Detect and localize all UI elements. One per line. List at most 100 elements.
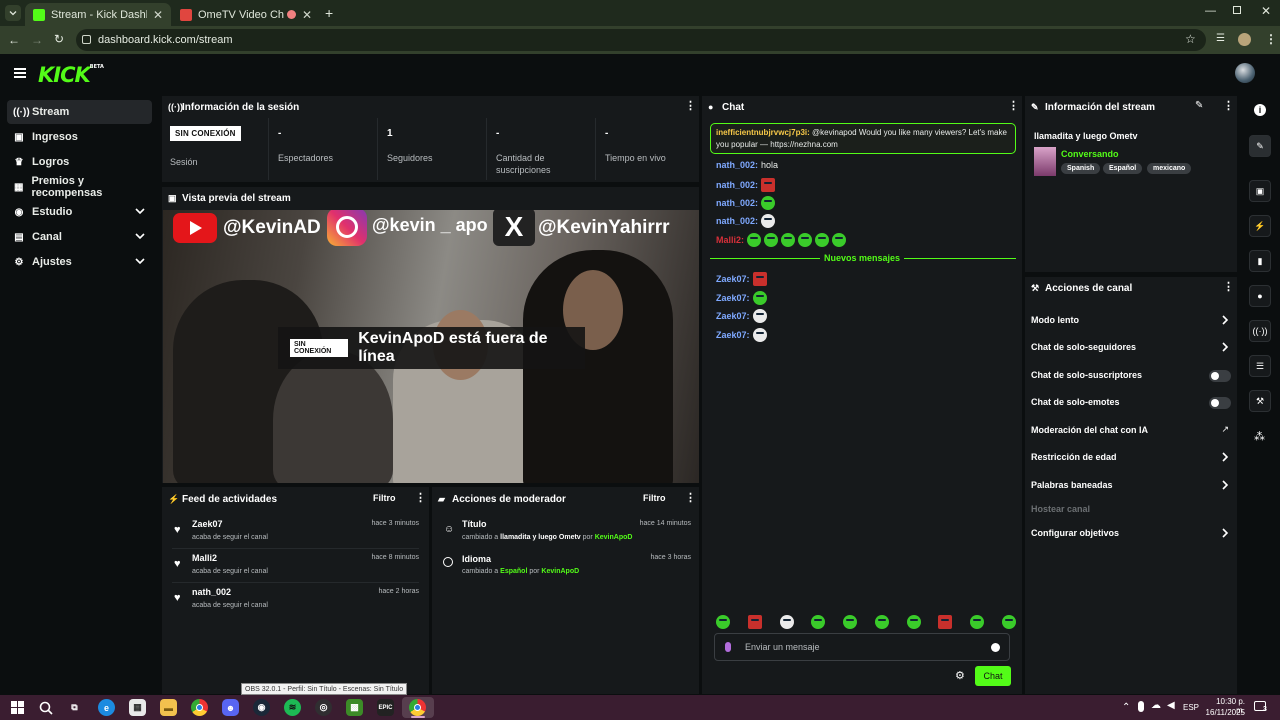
- chat-input[interactable]: Enviar un mensaje: [714, 633, 1010, 661]
- subscribers-only-toggle[interactable]: [1209, 370, 1231, 382]
- more-options-icon[interactable]: ⋮: [1223, 101, 1234, 112]
- list-item[interactable]: ☺ Título hace 14 minutos cambiado a llam…: [442, 517, 691, 547]
- chat-username[interactable]: nath_002:: [716, 180, 758, 190]
- user-avatar[interactable]: [1235, 63, 1255, 83]
- emote-icon[interactable]: [874, 615, 889, 629]
- tools-rail-button[interactable]: ⚒: [1249, 390, 1271, 412]
- chat-rail-button[interactable]: ●: [1249, 285, 1271, 307]
- minimize-button[interactable]: —: [1205, 5, 1216, 17]
- notes-rail-button[interactable]: ▮: [1249, 250, 1271, 272]
- apps-icon[interactable]: ⁂: [1254, 430, 1265, 443]
- bookmark-star-icon[interactable]: ☆: [1185, 32, 1196, 46]
- list-item[interactable]: ♥ nath_002 acaba de seguir el canal hace 2 …: [172, 585, 419, 617]
- sidebar-item-estudio[interactable]: ◉ Estudio: [7, 200, 152, 224]
- chrome-icon[interactable]: [409, 699, 426, 716]
- action-emotes-only[interactable]: Chat de solo-emotes: [1031, 397, 1231, 407]
- list-item[interactable]: ♥ Zaek07 acaba de seguir el canal hace 3 mi…: [172, 517, 419, 549]
- action-ai-moderation[interactable]: Moderación del chat con IA: [1031, 425, 1231, 435]
- chat-username[interactable]: Malli2:: [716, 235, 744, 245]
- action-age-restriction[interactable]: Restricción de edad: [1031, 452, 1231, 462]
- browser-tab-ometv[interactable]: OmeTV Video Chat — Ome ✕: [172, 3, 320, 26]
- spotify-icon[interactable]: ≋: [284, 699, 301, 716]
- chat-settings-icon[interactable]: ⚙: [955, 669, 965, 682]
- discord-icon[interactable]: ☻: [222, 699, 239, 716]
- category-link[interactable]: Conversando: [1061, 149, 1119, 159]
- task-view-icon[interactable]: ⧉: [66, 699, 83, 716]
- preview-rail-button[interactable]: ▣: [1249, 180, 1271, 202]
- emote-icon[interactable]: [779, 615, 794, 629]
- extensions-icon[interactable]: ☰: [1216, 33, 1225, 44]
- microphone-icon[interactable]: [1138, 701, 1144, 712]
- language-indicator[interactable]: ESP: [1183, 703, 1199, 712]
- chat-username[interactable]: Zaek07:: [716, 330, 750, 340]
- epic-games-icon[interactable]: EPIC: [377, 699, 394, 716]
- chevron-right-icon[interactable]: [1221, 452, 1229, 462]
- tag[interactable]: mexicano: [1147, 163, 1192, 174]
- action-subscribers-only[interactable]: Chat de solo-suscriptores: [1031, 370, 1231, 380]
- more-options-icon[interactable]: ⋮: [415, 493, 426, 504]
- sidebar-item-canal[interactable]: ▤ Canal: [7, 225, 152, 249]
- chat-username[interactable]: nath_002:: [716, 198, 758, 208]
- profile-avatar[interactable]: [1238, 33, 1251, 46]
- sidebar-item-premios[interactable]: ▦ Premios y recompensas: [7, 175, 152, 199]
- info-icon[interactable]: i: [1254, 104, 1266, 116]
- emote-icon[interactable]: [938, 615, 953, 629]
- site-info-icon[interactable]: [82, 35, 91, 44]
- more-options-icon[interactable]: ⋮: [685, 493, 696, 504]
- broadcast-rail-button[interactable]: ((·)): [1249, 320, 1271, 342]
- chat-username[interactable]: Zaek07:: [716, 293, 750, 303]
- close-icon[interactable]: ✕: [302, 8, 312, 22]
- sidebar-item-ingresos[interactable]: ▣ Ingresos: [7, 125, 152, 149]
- minecraft-icon[interactable]: ▩: [346, 699, 363, 716]
- chevron-right-icon[interactable]: [1221, 342, 1229, 352]
- chrome-icon[interactable]: [191, 699, 208, 716]
- tag[interactable]: Español: [1103, 163, 1143, 174]
- forward-button[interactable]: →: [31, 33, 43, 47]
- action-configure-goals[interactable]: Configurar objetivos: [1031, 528, 1231, 538]
- action-followers-only[interactable]: Chat de solo-seguidores: [1031, 342, 1231, 352]
- edge-icon[interactable]: e: [98, 699, 115, 716]
- obs-icon[interactable]: ◎: [315, 699, 332, 716]
- steam-icon[interactable]: ◉: [253, 699, 270, 716]
- volume-icon[interactable]: ◀: [1167, 700, 1175, 711]
- chat-username[interactable]: nath_002:: [716, 160, 758, 170]
- file-explorer-icon[interactable]: ▬: [160, 699, 177, 716]
- emoji-icon[interactable]: [991, 643, 1000, 652]
- address-bar[interactable]: dashboard.kick.com/stream: [76, 29, 1206, 51]
- kick-logo[interactable]: KICKBETA: [38, 63, 104, 87]
- sidebar-item-stream[interactable]: ((·)) Stream: [7, 100, 152, 124]
- edit-rail-button[interactable]: ✎: [1249, 135, 1271, 157]
- new-tab-button[interactable]: +: [325, 5, 333, 21]
- search-icon[interactable]: [37, 699, 54, 716]
- close-icon[interactable]: ✕: [153, 8, 163, 22]
- network-icon[interactable]: ☁: [1151, 700, 1161, 711]
- list-item[interactable]: ♥ Malli2 acaba de seguir el canal hace 8 mi…: [172, 551, 419, 583]
- emotes-only-toggle[interactable]: [1209, 397, 1231, 409]
- tab-search-button[interactable]: [5, 5, 21, 21]
- clock-date[interactable]: 16/11/2025: [1200, 708, 1245, 717]
- external-link-icon[interactable]: ↗: [1221, 424, 1229, 435]
- emote-icon[interactable]: [811, 615, 826, 629]
- close-window-button[interactable]: ✕: [1261, 4, 1271, 18]
- browser-tab-kick[interactable]: Stream - Kick Dashboard ✕: [25, 3, 171, 26]
- windows-start-icon[interactable]: [9, 699, 26, 716]
- emote-icon[interactable]: [716, 615, 730, 629]
- browser-menu-icon[interactable]: ⋮: [1265, 32, 1277, 46]
- sidebar-item-ajustes[interactable]: ⚙ Ajustes: [7, 250, 152, 274]
- tag[interactable]: Spanish: [1061, 163, 1101, 174]
- action-slow-mode[interactable]: Modo lento: [1031, 315, 1231, 325]
- send-chat-button[interactable]: Chat: [975, 666, 1011, 686]
- chevron-right-icon[interactable]: [1221, 528, 1229, 538]
- activity-rail-button[interactable]: ⚡: [1249, 215, 1271, 237]
- chevron-right-icon[interactable]: [1221, 315, 1229, 325]
- more-options-icon[interactable]: ⋮: [1008, 101, 1019, 112]
- tray-chevron-icon[interactable]: ⌃: [1122, 702, 1130, 713]
- list-item[interactable]: Idioma hace 3 horas cambiado a Español p…: [442, 551, 691, 581]
- emote-icon[interactable]: [747, 615, 762, 629]
- emote-icon[interactable]: [970, 615, 985, 629]
- chevron-right-icon[interactable]: [1221, 480, 1229, 490]
- moderator-link[interactable]: KevinApoD: [595, 534, 633, 541]
- emote-icon[interactable]: [843, 615, 858, 629]
- chat-username[interactable]: Zaek07:: [716, 311, 750, 321]
- more-options-icon[interactable]: ⋮: [685, 101, 696, 112]
